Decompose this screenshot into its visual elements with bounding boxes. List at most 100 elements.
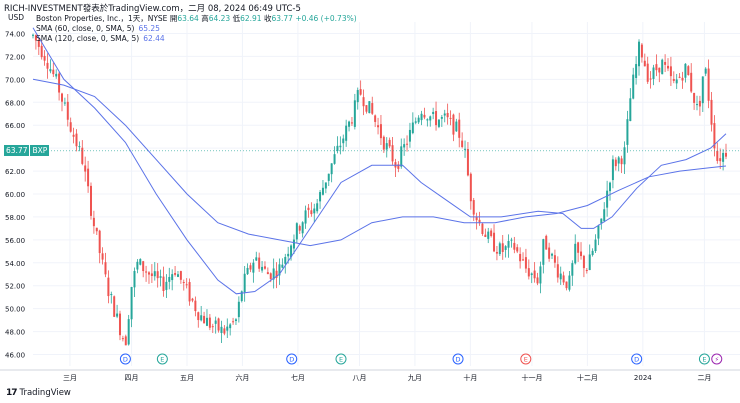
candle-body bbox=[443, 113, 446, 116]
candle-body bbox=[495, 251, 498, 254]
sma120-row[interactable]: SMA (120, close, 0, SMA, 5) 62.44 bbox=[36, 34, 357, 44]
candle-body bbox=[208, 317, 211, 328]
candle-body bbox=[382, 136, 385, 150]
candle-body bbox=[693, 92, 696, 103]
candle-body bbox=[72, 134, 75, 137]
candle-body bbox=[527, 268, 530, 277]
candle-body bbox=[597, 225, 600, 239]
y-tick-label: 46.00 bbox=[5, 352, 25, 360]
candle-body bbox=[414, 121, 417, 123]
candle-body bbox=[63, 102, 66, 104]
candle-body bbox=[362, 97, 365, 107]
symbol-row: Boston Properties, Inc.，1天，NYSE 開63.64 高… bbox=[36, 14, 357, 24]
candle-body bbox=[698, 100, 701, 107]
candle-body bbox=[684, 63, 687, 78]
candle-body bbox=[725, 152, 727, 157]
candle-body bbox=[162, 276, 165, 291]
candle-body bbox=[176, 274, 179, 277]
x-tick-label: 五月 bbox=[180, 374, 194, 382]
x-tick-label: 十一月 bbox=[521, 373, 542, 382]
candle-body bbox=[493, 232, 496, 252]
candle-body bbox=[249, 265, 252, 270]
event-label: ⚡ bbox=[714, 356, 719, 364]
y-tick-label: 74.00 bbox=[5, 30, 25, 38]
candle-body bbox=[60, 93, 63, 102]
event-label: E bbox=[339, 356, 343, 364]
candle-body bbox=[379, 124, 382, 139]
candle-body bbox=[469, 173, 472, 202]
candle-body bbox=[304, 210, 307, 224]
candle-body bbox=[539, 266, 542, 284]
sma120-value: 62.44 bbox=[143, 34, 165, 43]
candle-body bbox=[545, 235, 548, 250]
candle-body bbox=[458, 119, 461, 138]
candle-body bbox=[481, 223, 484, 234]
low-value: 62.91 bbox=[240, 14, 262, 23]
candle-body bbox=[95, 227, 98, 232]
candle-body bbox=[229, 324, 232, 329]
chart-legend: Boston Properties, Inc.，1天，NYSE 開63.64 高… bbox=[36, 14, 357, 44]
candle-body bbox=[113, 296, 116, 317]
open-value: 63.64 bbox=[177, 14, 199, 23]
candle-body bbox=[307, 207, 310, 211]
candle-body bbox=[377, 125, 380, 128]
candle-body bbox=[701, 76, 704, 104]
candle-body bbox=[353, 100, 356, 127]
candle-body bbox=[614, 159, 617, 167]
candle-body bbox=[298, 226, 301, 231]
candle-body bbox=[359, 89, 362, 95]
candle-body bbox=[635, 64, 638, 79]
candle-body bbox=[295, 223, 298, 240]
candle-body bbox=[710, 99, 713, 125]
candle-body bbox=[687, 66, 690, 76]
candle-body bbox=[261, 266, 264, 271]
candle-body bbox=[501, 243, 504, 252]
candle-body bbox=[284, 256, 287, 264]
candle-body bbox=[200, 315, 203, 321]
event-label: D bbox=[634, 356, 639, 364]
event-label: D bbox=[289, 356, 294, 364]
candle-body bbox=[667, 65, 670, 69]
candle-body bbox=[174, 273, 177, 275]
candle-body bbox=[211, 326, 214, 328]
candle-body bbox=[313, 208, 316, 214]
candle-body bbox=[661, 59, 664, 75]
candle-body bbox=[487, 231, 490, 239]
candle-body bbox=[43, 55, 46, 61]
candle-body bbox=[220, 326, 223, 334]
tradingview-brand[interactable]: 17 TradingView bbox=[6, 388, 71, 398]
candle-body bbox=[182, 282, 185, 284]
candle-body bbox=[452, 114, 455, 135]
x-tick-label: 二月 bbox=[697, 374, 711, 382]
candle-body bbox=[104, 262, 107, 275]
candle-body bbox=[542, 239, 545, 265]
x-tick-label: 七月 bbox=[291, 373, 305, 382]
candle-body bbox=[330, 163, 333, 175]
candle-body bbox=[356, 90, 359, 103]
candle-body bbox=[345, 125, 348, 141]
candle-body bbox=[237, 301, 240, 318]
y-tick-label: 48.00 bbox=[5, 329, 25, 337]
candle-body bbox=[150, 273, 153, 277]
candle-body bbox=[420, 113, 423, 121]
candle-body bbox=[411, 122, 414, 134]
price-chart[interactable]: 46.00 48.00 50.00 52.00 54.00 56.00 58.00 60.00… bbox=[0, 0, 740, 403]
publish-info: RICH-INVESTMENT發表於TradingView.com，二月 08,… bbox=[4, 4, 301, 14]
candle-body bbox=[226, 326, 229, 331]
candle-body bbox=[87, 168, 90, 187]
candle-body bbox=[374, 115, 377, 122]
event-label: E bbox=[702, 356, 706, 364]
candle-body bbox=[472, 200, 475, 215]
candle-body bbox=[400, 146, 403, 167]
candle-body bbox=[336, 145, 339, 151]
candle-body bbox=[461, 140, 464, 147]
candle-body bbox=[704, 68, 707, 74]
sma60-row[interactable]: SMA (60, close, 0, SMA, 5) 65.25 bbox=[36, 24, 357, 34]
candle-body bbox=[101, 253, 104, 260]
candle-body bbox=[316, 203, 319, 212]
y-tick-label: 62.00 bbox=[5, 168, 25, 176]
high-value: 64.23 bbox=[208, 14, 231, 23]
candle-body bbox=[118, 313, 121, 336]
candle-body bbox=[139, 259, 142, 265]
candle-body bbox=[672, 78, 675, 81]
